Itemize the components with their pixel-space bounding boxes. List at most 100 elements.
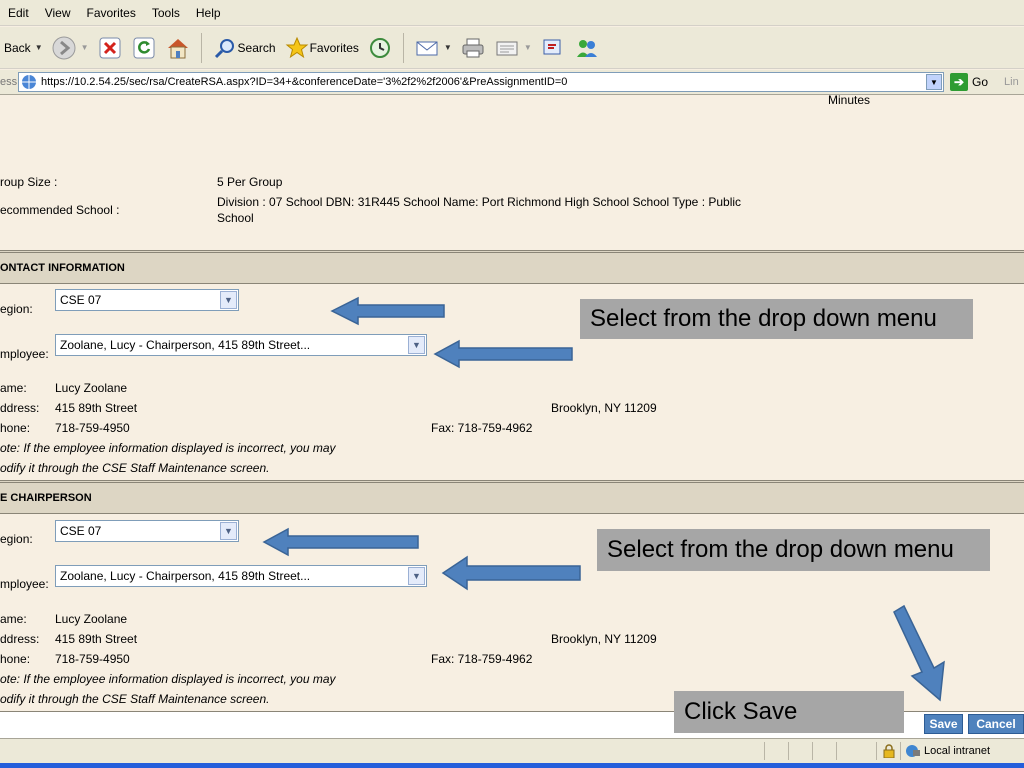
contact-fax-value: Fax: 718-759-4962 (431, 421, 533, 435)
menu-favorites[interactable]: Favorites (78, 6, 143, 20)
save-button[interactable]: Save (924, 714, 963, 734)
contact-employee-value: Zoolane, Lucy - Chairperson, 415 89th St… (60, 338, 311, 352)
edit-document-icon (494, 35, 520, 61)
left-arrow-icon (441, 555, 581, 591)
go-label: Go (972, 75, 989, 89)
chairperson-phone-value: 718-759-4950 (55, 652, 130, 666)
minutes-label: Minutes (828, 93, 871, 107)
forward-button[interactable]: ▼ (47, 31, 93, 65)
address-dropdown-icon[interactable]: ▼ (926, 74, 942, 90)
status-bar: Local intranet (0, 738, 1024, 763)
contact-name-label: ame: (0, 381, 27, 395)
callout-contact-dropdown: Select from the drop down menu (580, 299, 973, 339)
links-label[interactable]: Lin (1004, 76, 1019, 88)
history-icon (367, 35, 393, 61)
chairperson-note-line2: odify it through the CSE Staff Maintenan… (0, 692, 270, 706)
go-button[interactable]: ➔ Go (950, 73, 988, 91)
recommended-school-line2: School (217, 211, 254, 225)
chairperson-employee-value: Zoolane, Lucy - Chairperson, 415 89th St… (60, 569, 311, 583)
chairperson-name-label: ame: (0, 612, 27, 626)
contact-region-select[interactable]: CSE 07 ▼ (55, 289, 239, 311)
callout-click-save: Click Save (674, 691, 904, 733)
chairperson-section-title: E CHAIRPERSON (0, 492, 92, 504)
discuss-button[interactable] (536, 31, 570, 65)
down-right-arrow-icon (893, 604, 945, 702)
lock-icon (876, 742, 900, 760)
contact-note-line1: ote: If the employee information display… (0, 441, 336, 455)
mail-dropdown-icon[interactable]: ▼ (444, 43, 452, 52)
back-button[interactable]: Back ▼ (0, 31, 47, 65)
chairperson-section-header: E CHAIRPERSON (0, 480, 1024, 514)
discuss-icon (540, 35, 566, 61)
chairperson-address-value: 415 89th Street (55, 632, 138, 646)
messenger-button[interactable] (570, 31, 604, 65)
chairperson-region-value: CSE 07 (60, 524, 102, 538)
menu-edit[interactable]: Edit (0, 6, 37, 20)
contact-region-value: CSE 07 (60, 293, 102, 307)
chairperson-employee-select[interactable]: Zoolane, Lucy - Chairperson, 415 89th St… (55, 565, 427, 587)
menu-view[interactable]: View (37, 6, 79, 20)
refresh-icon (131, 35, 157, 61)
history-button[interactable] (363, 31, 397, 65)
favorites-button[interactable]: Favorites (280, 31, 363, 65)
back-dropdown-icon[interactable]: ▼ (35, 43, 43, 52)
print-button[interactable] (456, 31, 490, 65)
status-cell (788, 742, 812, 760)
contact-address-value: 415 89th Street (55, 401, 138, 415)
forward-icon (51, 35, 77, 61)
menu-help[interactable]: Help (188, 6, 229, 20)
contact-region-label: egion: (0, 302, 33, 316)
favorites-label: Favorites (309, 40, 359, 55)
zone-indicator: Local intranet (900, 742, 1024, 760)
chairperson-city-value: Brooklyn, NY 11209 (551, 632, 657, 646)
home-button[interactable] (161, 31, 195, 65)
address-bar: ess https://10.2.54.25/sec/rsa/CreateRSA… (0, 70, 1024, 95)
status-cell (836, 742, 876, 760)
intranet-icon (905, 744, 921, 758)
callout-chairperson-dropdown: Select from the drop down menu (597, 529, 990, 571)
recommended-school-line1: Division : 07 School DBN: 31R445 School … (217, 195, 742, 209)
forward-dropdown-icon[interactable]: ▼ (81, 43, 89, 52)
chevron-down-icon[interactable]: ▼ (408, 336, 425, 354)
refresh-button[interactable] (127, 31, 161, 65)
messenger-icon (574, 35, 600, 61)
recommended-school-label: ecommended School : (0, 203, 120, 217)
menu-bar: Edit View Favorites Tools Help (0, 0, 1024, 26)
stop-button[interactable] (93, 31, 127, 65)
chevron-down-icon[interactable]: ▼ (408, 567, 425, 585)
chevron-down-icon[interactable]: ▼ (220, 522, 237, 540)
chairperson-region-select[interactable]: CSE 07 ▼ (55, 520, 239, 542)
edit-dropdown-icon[interactable]: ▼ (524, 43, 532, 52)
stop-icon (97, 35, 123, 61)
address-url[interactable]: https://10.2.54.25/sec/rsa/CreateRSA.asp… (41, 76, 921, 88)
edit-page-button[interactable]: ▼ (490, 31, 536, 65)
chairperson-region-label: egion: (0, 532, 33, 546)
printer-icon (460, 35, 486, 61)
contact-city-value: Brooklyn, NY 11209 (551, 401, 657, 415)
left-arrow-icon (433, 339, 573, 369)
group-size-value: 5 Per Group (217, 175, 283, 189)
zone-label: Local intranet (924, 745, 991, 757)
cancel-button[interactable]: Cancel (968, 714, 1024, 734)
contact-employee-select[interactable]: Zoolane, Lucy - Chairperson, 415 89th St… (55, 334, 427, 356)
chairperson-phone-label: hone: (0, 652, 31, 666)
status-cell (812, 742, 836, 760)
contact-phone-label: hone: (0, 421, 31, 435)
contact-name-value: Lucy Zoolane (55, 381, 128, 395)
address-label: ess (0, 76, 18, 88)
group-size-label: roup Size : (0, 175, 58, 189)
browser-toolbar: Back ▼ ▼ Search Favorites ▼ ▼ (0, 27, 1024, 69)
status-cell (764, 742, 788, 760)
address-input[interactable]: https://10.2.54.25/sec/rsa/CreateRSA.asp… (18, 72, 944, 92)
contact-phone-value: 718-759-4950 (55, 421, 130, 435)
chairperson-employee-label: mployee: (0, 577, 49, 591)
mail-button[interactable]: ▼ (410, 31, 456, 65)
chevron-down-icon[interactable]: ▼ (220, 291, 237, 309)
menu-tools[interactable]: Tools (144, 6, 188, 20)
left-arrow-icon (262, 527, 419, 557)
search-label: Search (237, 40, 276, 55)
contact-address-label: ddress: (0, 401, 40, 415)
search-button[interactable]: Search (208, 31, 280, 65)
taskbar (0, 763, 1024, 768)
contact-section-header: ONTACT INFORMATION (0, 250, 1024, 284)
